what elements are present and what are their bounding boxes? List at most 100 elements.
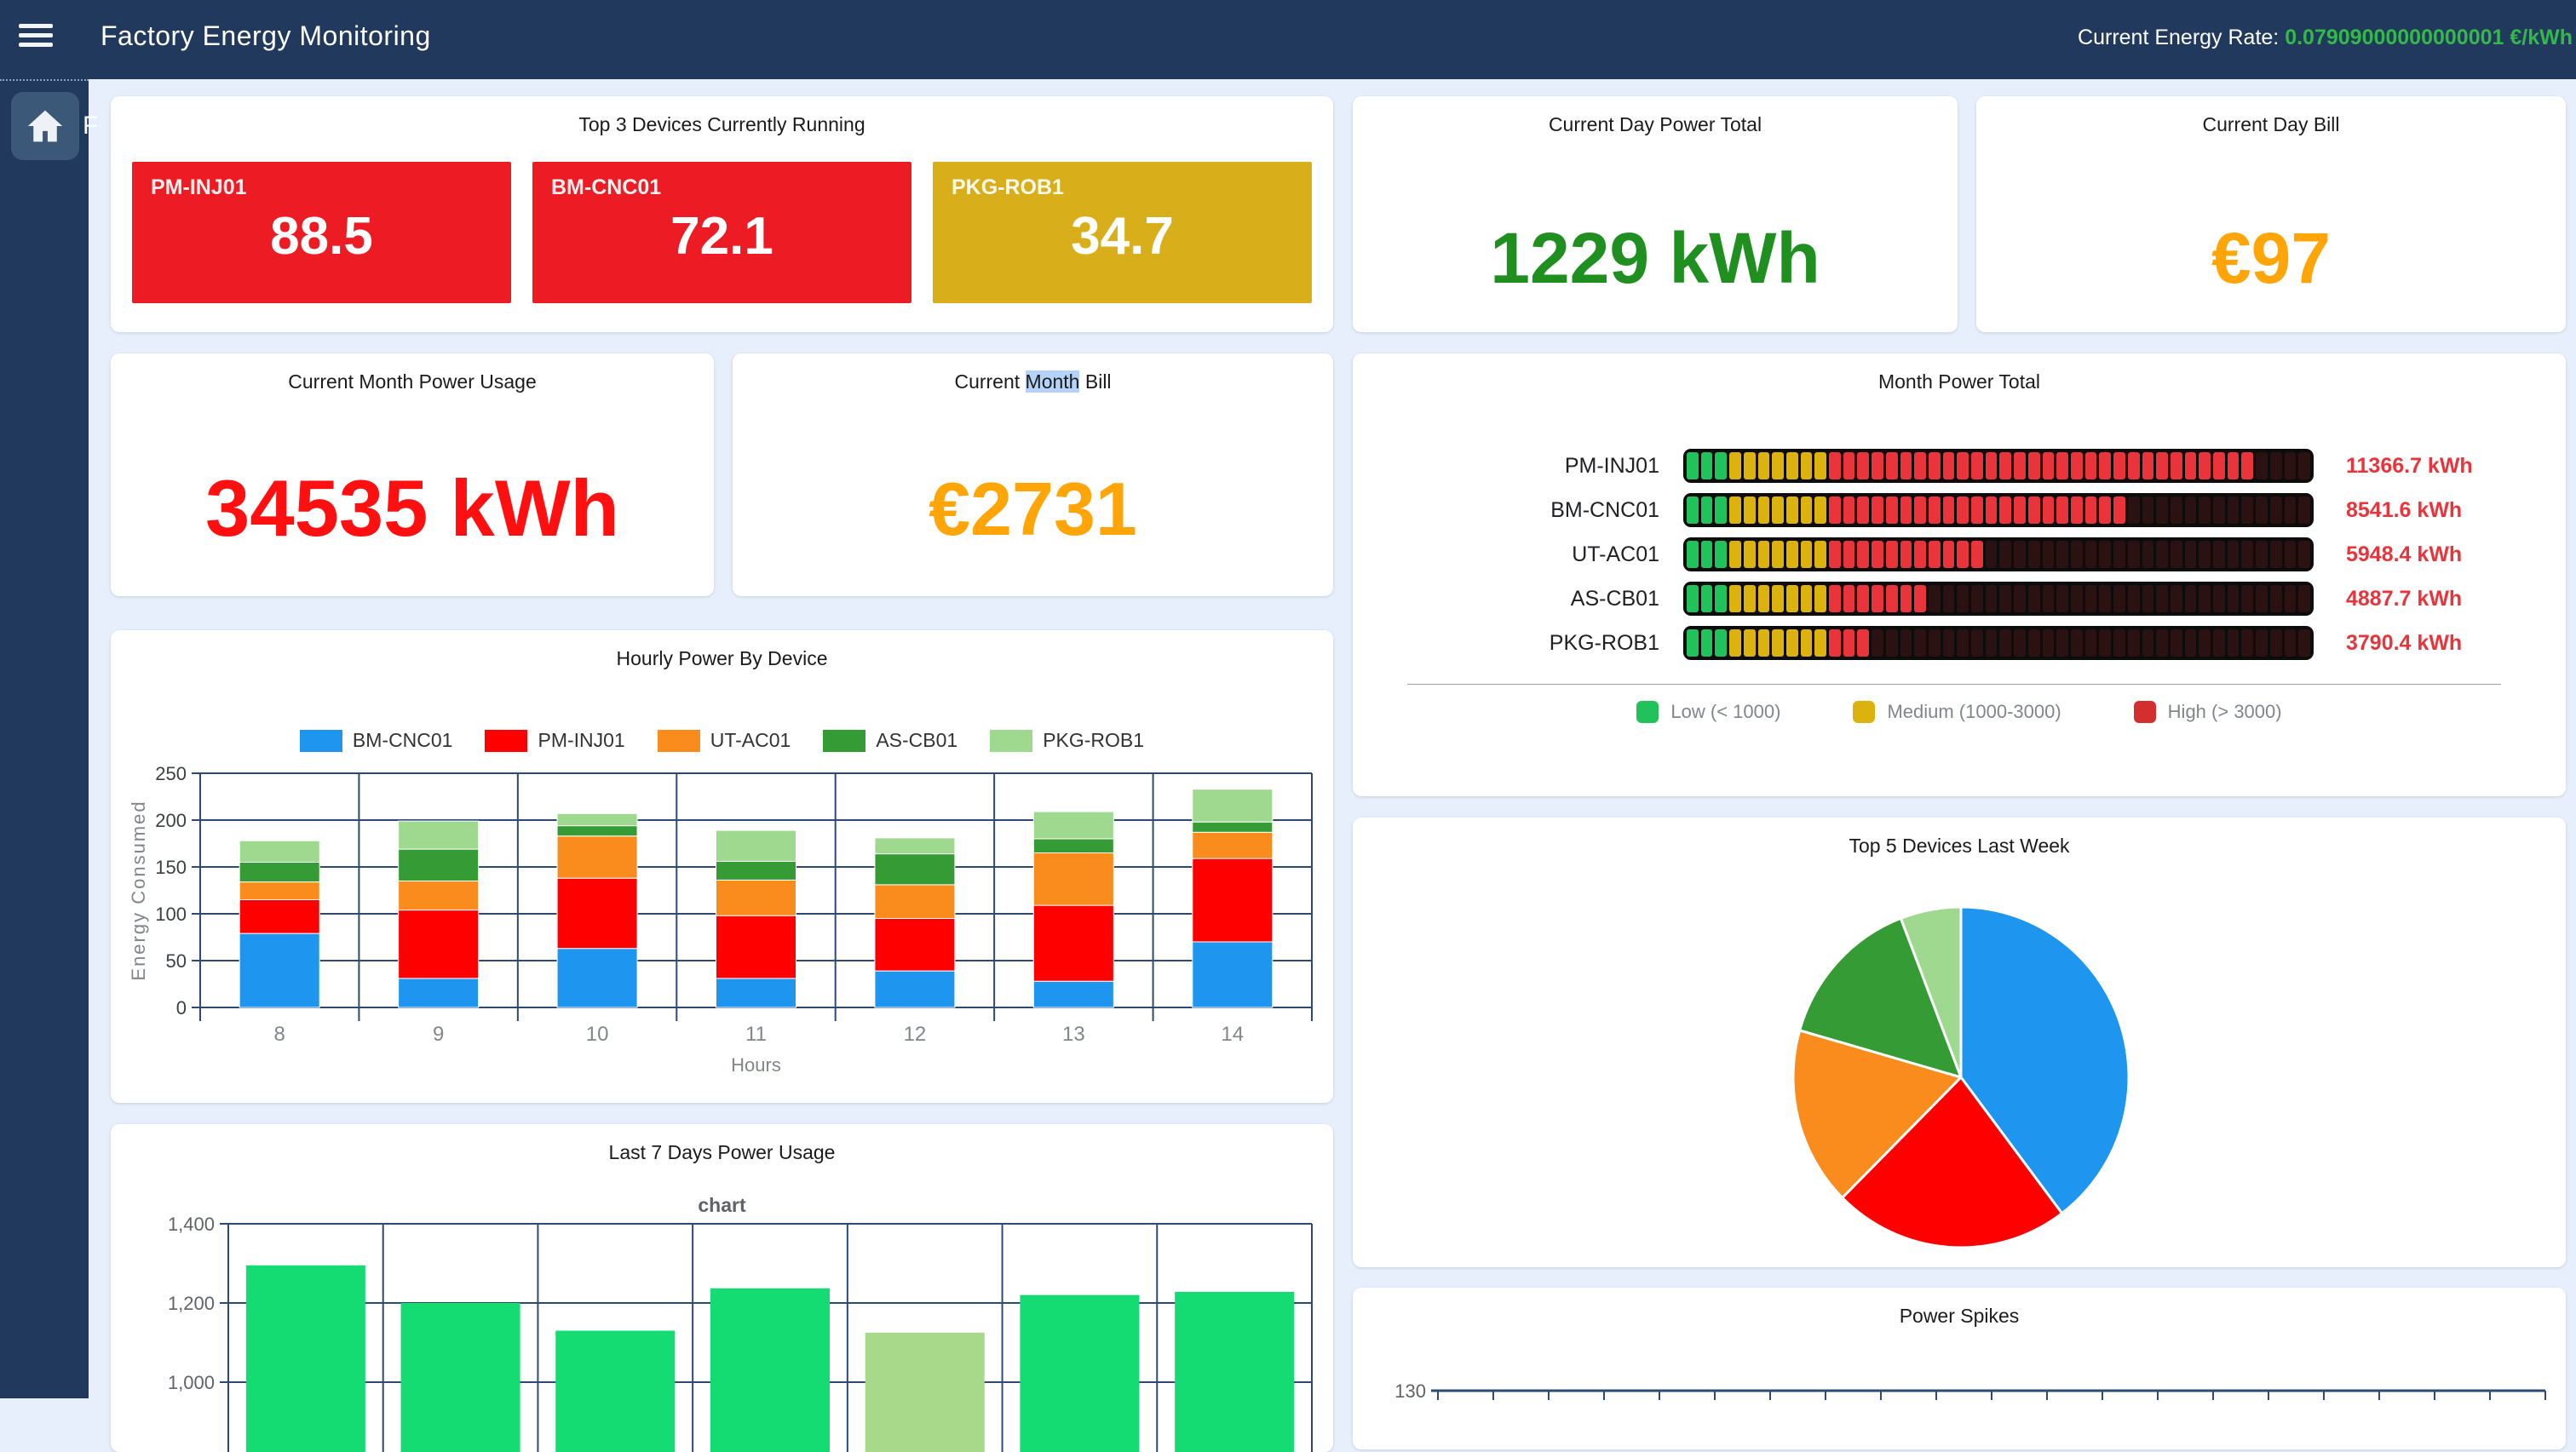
bar-segment-yellow <box>1744 496 1756 524</box>
bar-segment-off <box>2171 541 2182 568</box>
stacked-bar-segment[interactable] <box>1193 822 1273 832</box>
bar-segment-off <box>2099 541 2111 568</box>
legend-swatch <box>1636 701 1659 723</box>
stacked-bar-segment[interactable] <box>1193 942 1273 1007</box>
energy-rate-value: 0.07909000000000001 <box>2285 26 2504 49</box>
stacked-bar-segment[interactable] <box>239 933 319 1007</box>
daily-usage-bar[interactable] <box>555 1331 675 1452</box>
bar-segment-red <box>1843 585 1855 612</box>
power-spikes-chart[interactable]: 130 <box>1353 1288 2566 1449</box>
stacked-bar-segment[interactable] <box>875 854 955 885</box>
hourly-stacked-bar-chart[interactable]: 050100150200250891011121314HoursEnergy C… <box>111 630 1333 1103</box>
card-top3-devices: Top 3 Devices Currently Running PM-INJ01… <box>111 96 1333 332</box>
bar-segment-off <box>2256 541 2268 568</box>
stacked-bar-segment[interactable] <box>716 861 796 880</box>
bar-segment-off <box>2113 541 2125 568</box>
bar-segment-red <box>2099 496 2111 524</box>
bar-segment-off <box>2213 629 2225 657</box>
card-month-power-usage: Current Month Power Usage 34535 kWh <box>111 353 714 596</box>
bar-segment-off <box>2156 629 2168 657</box>
daily-usage-bar[interactable] <box>246 1265 365 1452</box>
stacked-bar-segment[interactable] <box>399 821 479 849</box>
stacked-bar-segment[interactable] <box>399 881 479 910</box>
bar-segment-off <box>2142 541 2154 568</box>
stacked-bar-segment[interactable] <box>557 878 637 949</box>
stacked-bar-segment[interactable] <box>1193 858 1273 942</box>
bar-segment-red <box>2014 496 2026 524</box>
bar-segment-red <box>1943 541 1955 568</box>
card-power-spikes: Power Spikes 130 <box>1353 1288 2566 1449</box>
bar-segment-off <box>2228 496 2240 524</box>
bar-segment-yellow <box>1729 452 1741 479</box>
bar-segment-off <box>2298 629 2310 657</box>
bar-segment-red <box>2156 452 2168 479</box>
card-hourly-power: Hourly Power By Device BM-CNC01PM-INJ01U… <box>111 630 1333 1103</box>
stacked-bar-segment[interactable] <box>239 900 319 934</box>
bar-segment-red <box>1914 585 1926 612</box>
stacked-bar-segment[interactable] <box>1193 789 1273 823</box>
stacked-bar-segment[interactable] <box>875 919 955 972</box>
stacked-bar-segment[interactable] <box>875 971 955 1007</box>
bar-segment-yellow <box>1758 541 1770 568</box>
bar-segment-off <box>2128 585 2140 612</box>
stacked-bar-segment[interactable] <box>557 826 637 836</box>
bar-segment-off <box>1886 629 1898 657</box>
bar-segment-off <box>1872 629 1883 657</box>
stacked-bar-segment[interactable] <box>399 849 479 881</box>
menu-icon[interactable] <box>19 24 56 55</box>
bar-segment-red <box>1872 452 1883 479</box>
sidebar-item-home[interactable] <box>11 92 79 160</box>
bar-segment-off <box>2285 496 2297 524</box>
bar-segment-yellow <box>1801 629 1813 657</box>
stacked-bar-segment[interactable] <box>1033 839 1113 853</box>
stacked-bar-segment[interactable] <box>875 838 955 854</box>
stacked-bar-segment[interactable] <box>716 915 796 979</box>
stacked-bar-segment[interactable] <box>399 979 479 1007</box>
bar-segment-off <box>2228 629 2240 657</box>
stacked-bar-segment[interactable] <box>716 830 796 861</box>
bar-segment-off <box>2199 629 2211 657</box>
svg-text:100: 100 <box>155 904 187 925</box>
daily-usage-bar[interactable] <box>710 1288 830 1452</box>
stacked-bar-segment[interactable] <box>1033 853 1113 906</box>
daily-usage-bar[interactable] <box>865 1333 985 1452</box>
daily-usage-bar[interactable] <box>1175 1292 1294 1452</box>
daily-usage-bar[interactable] <box>1020 1295 1139 1452</box>
bar-segment-green <box>1715 541 1727 568</box>
stacked-bar-segment[interactable] <box>1033 981 1113 1007</box>
last7-bar-chart[interactable]: 1,4001,2001,000 <box>111 1124 1333 1452</box>
stacked-bar-segment[interactable] <box>399 910 479 979</box>
stacked-bar-segment[interactable] <box>875 885 955 919</box>
stacked-bar-segment[interactable] <box>716 880 796 915</box>
legend-label: Medium (1000-3000) <box>1887 701 2061 723</box>
top5-pie-chart[interactable] <box>1353 818 2566 1267</box>
bar-segment-red <box>1943 452 1955 479</box>
bar-segment-off <box>1986 629 1998 657</box>
stacked-bar-segment[interactable] <box>239 863 319 882</box>
bar-segment-yellow <box>1744 541 1756 568</box>
stacked-bar-segment[interactable] <box>557 949 637 1007</box>
bar-segment-yellow <box>1744 452 1756 479</box>
stacked-bar-segment[interactable] <box>716 979 796 1007</box>
bar-segment-off <box>1999 629 2011 657</box>
stacked-bar-segment[interactable] <box>1193 832 1273 858</box>
stacked-bar-segment[interactable] <box>1033 812 1113 839</box>
bar-segment-red <box>1843 629 1855 657</box>
stacked-bar-segment[interactable] <box>239 882 319 900</box>
bar-segment-off <box>2285 541 2297 568</box>
bar-segment-yellow <box>1729 585 1741 612</box>
bar-segment-off <box>1943 585 1955 612</box>
stacked-bar-segment[interactable] <box>239 841 319 862</box>
bar-segment-red <box>1943 496 1955 524</box>
svg-text:1,000: 1,000 <box>168 1372 215 1393</box>
stacked-bar-segment[interactable] <box>557 813 637 825</box>
stacked-bar-segment[interactable] <box>1033 905 1113 981</box>
bar-segment-off <box>2028 541 2040 568</box>
bar-segment-off <box>2270 541 2282 568</box>
bar-segment-off <box>2256 496 2268 524</box>
bar-segment-off <box>2099 629 2111 657</box>
bar-segment-off <box>2113 629 2125 657</box>
stacked-bar-segment[interactable] <box>557 836 637 878</box>
daily-usage-bar[interactable] <box>401 1303 520 1452</box>
bar-segment-green <box>1687 629 1699 657</box>
